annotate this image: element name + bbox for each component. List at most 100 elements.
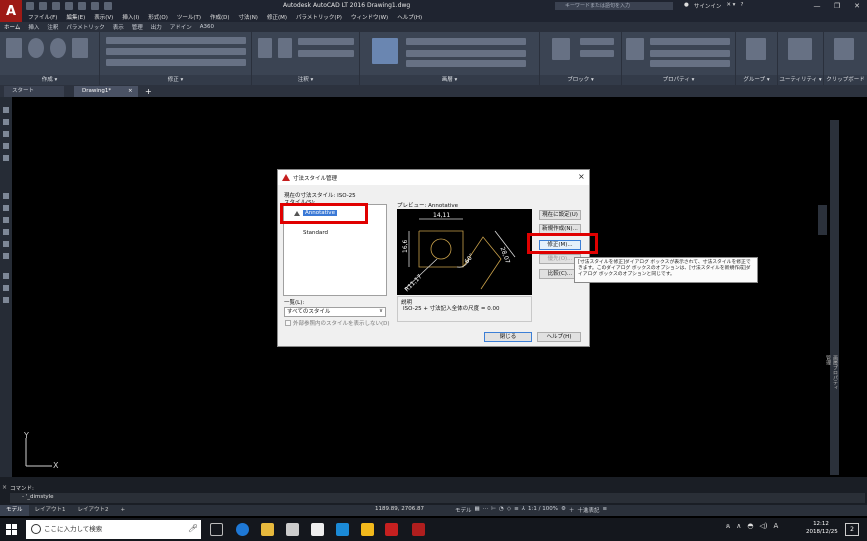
tool-icon[interactable] <box>3 285 9 291</box>
app-icon[interactable] <box>361 523 374 536</box>
paste-icon[interactable] <box>834 38 854 60</box>
autocad-taskbar-icon[interactable] <box>385 523 398 536</box>
exchange-icon[interactable]: ✕ ▾ <box>726 2 735 10</box>
minimize-icon[interactable]: — <box>807 0 827 12</box>
maximize-icon[interactable]: ❐ <box>827 0 847 12</box>
tool-icon[interactable] <box>3 241 9 247</box>
tool-icon[interactable] <box>3 297 9 303</box>
dialog-title-bar[interactable]: 寸法スタイル管理 × <box>278 170 589 185</box>
list-filter-select[interactable]: すべてのスタイル <box>284 307 386 317</box>
print-icon[interactable] <box>78 2 86 10</box>
layer-dropdown[interactable] <box>406 38 526 45</box>
modify-panel-title[interactable]: 修正 ▾ <box>100 75 251 85</box>
chevron-down-icon[interactable]: ∨ <box>379 308 383 314</box>
dimension-icon[interactable] <box>278 38 292 58</box>
task-view-icon[interactable] <box>210 523 223 536</box>
new-icon[interactable] <box>26 2 34 10</box>
tool-icon[interactable] <box>3 217 9 223</box>
mail-icon[interactable] <box>286 523 299 536</box>
insert-block-icon[interactable] <box>552 38 570 60</box>
sign-in-button[interactable]: サインイン <box>694 2 722 10</box>
draw-panel-title[interactable]: 作成 ▾ <box>0 75 99 85</box>
layer-palette-strip[interactable] <box>830 120 839 475</box>
edit-block-icon[interactable] <box>580 50 614 57</box>
tool-icon[interactable] <box>3 119 9 125</box>
menu-edit[interactable]: 編集(E) <box>66 13 85 21</box>
menu-format[interactable]: 形式(O) <box>148 13 168 21</box>
groups-panel-title[interactable]: グループ ▾ <box>736 75 777 85</box>
model-space-toggle[interactable]: モデル <box>455 506 472 514</box>
block-panel-title[interactable]: ブロック ▾ <box>540 75 621 85</box>
layout-tab-2[interactable]: レイアウト2 <box>72 505 115 516</box>
keyword-search-input[interactable]: キーワードまたは語句を入力 <box>555 2 673 10</box>
layer-tools-icon[interactable] <box>406 50 526 57</box>
linetype-dropdown[interactable] <box>650 60 730 67</box>
leader-row-icon[interactable] <box>298 38 354 45</box>
explorer-icon[interactable] <box>261 523 274 536</box>
volume-icon[interactable]: ◁) <box>759 522 767 531</box>
tab-a360[interactable]: A360 <box>200 24 214 30</box>
tab-insert[interactable]: 挿入 <box>28 23 39 31</box>
xref-checkbox[interactable] <box>285 320 291 326</box>
match-properties-icon[interactable] <box>626 38 644 60</box>
notification-center-icon[interactable]: 2 <box>845 523 859 536</box>
layout-tab-model[interactable]: モデル <box>0 505 29 516</box>
chevron-up-icon[interactable]: ∧ <box>736 522 741 531</box>
edge-icon[interactable] <box>236 523 249 536</box>
layer-tools2-icon[interactable] <box>406 60 526 67</box>
text-icon[interactable] <box>258 38 272 58</box>
close-window-icon[interactable]: ✕ <box>847 0 867 12</box>
tool-icon[interactable] <box>3 155 9 161</box>
group-icon[interactable] <box>746 38 766 60</box>
menu-modify[interactable]: 修正(M) <box>267 13 287 21</box>
arc-icon[interactable] <box>72 38 88 58</box>
copy-row-icon[interactable] <box>106 48 246 55</box>
layers-panel-title[interactable]: 画層 ▾ <box>360 75 539 85</box>
taskbar-clock[interactable]: 12:12 2018/12/25 <box>806 520 838 536</box>
menu-parametric[interactable]: パラメトリック(P) <box>296 13 342 21</box>
menu-view[interactable]: 表示(V) <box>94 13 113 21</box>
create-block-icon[interactable] <box>580 38 614 45</box>
tab-manage[interactable]: 管理 <box>132 23 143 31</box>
properties-panel-title[interactable]: プロパティ ▾ <box>622 75 735 85</box>
tab-addins[interactable]: アドイン <box>170 23 192 31</box>
polar-icon[interactable]: ◔ <box>499 506 504 514</box>
redo-icon[interactable] <box>104 2 112 10</box>
clipboard-panel-title[interactable]: クリップボード <box>824 75 867 85</box>
tab-drawing1[interactable]: Drawing1* × <box>74 86 138 97</box>
tool-icon[interactable] <box>3 143 9 149</box>
tool-icon[interactable] <box>3 107 9 113</box>
stretch-row-icon[interactable] <box>106 59 246 66</box>
lineweight-dropdown[interactable] <box>650 50 730 57</box>
save-icon[interactable] <box>52 2 60 10</box>
utilities-panel-title[interactable]: ユーティリティ ▾ <box>778 75 823 85</box>
lineweight-icon[interactable]: ≡ <box>514 506 519 514</box>
command-input-field[interactable] <box>10 493 865 503</box>
add-layout-button[interactable]: + <box>115 505 132 516</box>
close-button[interactable]: 閉じる <box>484 332 532 342</box>
autocad-lt-taskbar-icon[interactable] <box>412 523 425 536</box>
new-tab-button[interactable]: + <box>142 86 154 97</box>
undo-icon[interactable] <box>91 2 99 10</box>
tool-icon[interactable] <box>3 229 9 235</box>
tab-start[interactable]: スタート <box>4 86 64 97</box>
gear-icon[interactable]: ⚙ <box>561 506 566 514</box>
polyline-icon[interactable] <box>28 38 44 58</box>
autocad-logo-icon[interactable]: A <box>0 0 22 22</box>
app-icon[interactable] <box>336 523 349 536</box>
tool-icon[interactable] <box>3 273 9 279</box>
menu-dimension[interactable]: 寸法(N) <box>239 13 258 21</box>
style-item-standard[interactable]: Standard <box>303 230 328 236</box>
tool-icon[interactable] <box>3 131 9 137</box>
network-icon[interactable]: ◓ <box>747 522 753 531</box>
measure-icon[interactable] <box>788 38 812 60</box>
palette-collapse[interactable] <box>818 205 827 235</box>
menu-help[interactable]: ヘルプ(H) <box>397 13 422 21</box>
tab-parametric[interactable]: パラメトリック <box>66 23 104 31</box>
table-row-icon[interactable] <box>298 50 354 57</box>
menu-draw[interactable]: 作成(D) <box>210 13 230 21</box>
layer-properties-icon[interactable] <box>372 38 398 64</box>
customize-icon[interactable]: ≡ <box>602 506 607 514</box>
dialog-close-button[interactable]: × <box>578 172 585 181</box>
move-row-icon[interactable] <box>106 37 246 44</box>
